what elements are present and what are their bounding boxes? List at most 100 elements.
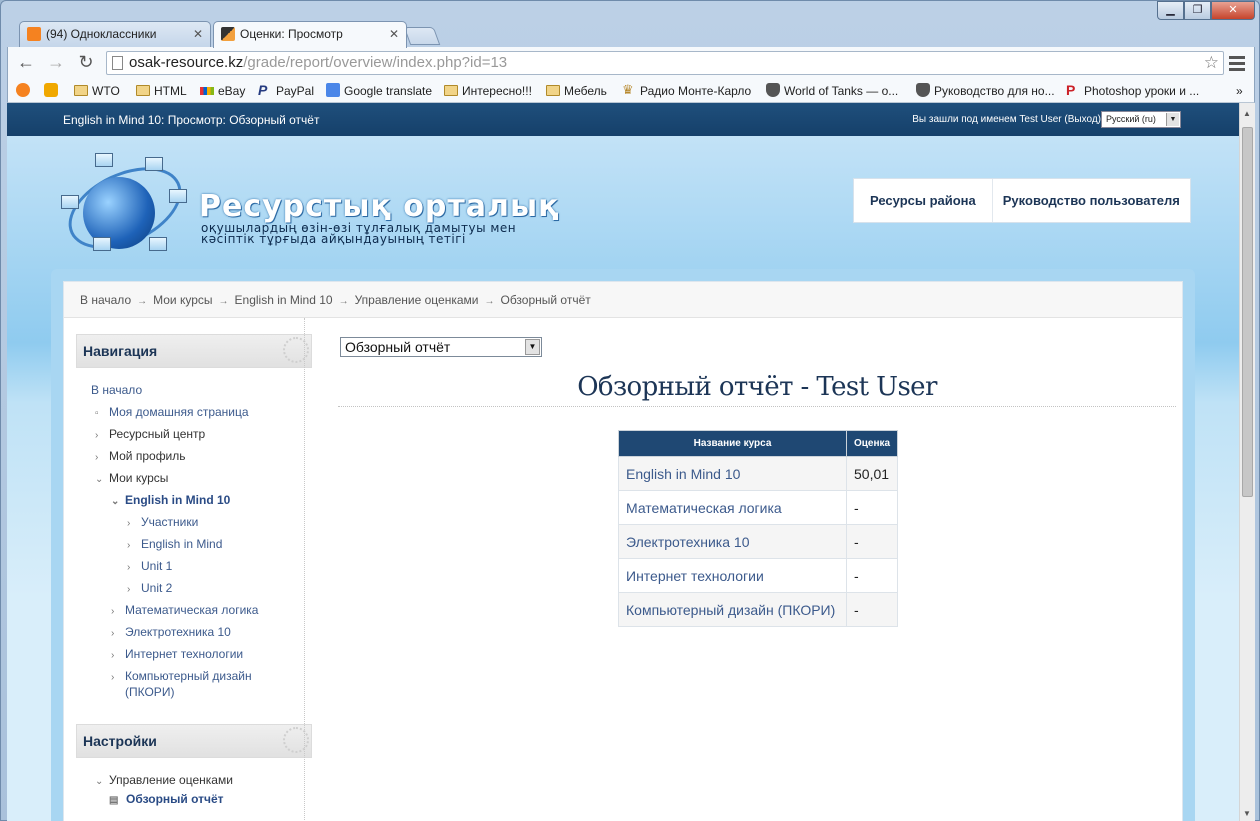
settings-item-grades-admin[interactable]: ⌄ Управление оценками [95,773,233,787]
breadcrumb: В начало → Мои курсы → English in Mind 10 → Уп… [64,282,1182,318]
page-icon [112,56,123,70]
chrome-menu-icon[interactable] [1228,53,1246,73]
nav-item-label: Интернет технологии [125,647,244,661]
bookmark-star-icon[interactable]: ☆ [1204,52,1219,74]
grade-cell: 50,01 [846,456,898,491]
nav-item-computer-design-suffix[interactable]: (ПКОРИ) [125,685,174,699]
computer-icon [93,237,111,251]
nav-item-unit-1[interactable]: › Unit 1 [127,559,172,573]
nav-item-label: English in Mind [141,537,223,551]
chevron-down-icon: ▼ [525,339,540,355]
breadcrumb-grades[interactable]: Управление оценками [355,293,479,307]
chevron-right-icon: › [127,540,131,551]
nav-item-english-in-mind[interactable]: › English in Mind [127,537,222,551]
breadcrumb-arrow-icon: → [137,296,148,307]
chevron-right-icon: › [127,518,131,529]
bookmark-wot-guide[interactable]: Руководство для но... [916,83,1055,99]
course-link[interactable]: Интернет технологии [618,558,847,593]
nav-item-internet-tech[interactable]: › Интернет технологии [111,647,243,661]
nav-item-label: Компьютерный дизайн [125,669,252,683]
address-bar[interactable]: osak-resource.kz/grade/report/overview/i… [106,51,1224,75]
forward-arrow-icon[interactable]: → [44,51,68,75]
reload-icon[interactable]: ↻ [74,51,98,75]
bookmark-mail[interactable] [44,83,60,99]
nav-item-my-courses[interactable]: ⌄ Мои курсы [95,471,168,485]
site-logo[interactable]: Ресурстық орталық оқушылардың өзін-өзі т… [55,150,571,266]
tab-label: Оценки: Просмотр [240,27,343,41]
navigation-block-header[interactable]: Навигация [76,334,312,368]
maximize-button[interactable]: ❐ [1184,1,1211,20]
bookmark-interesting[interactable]: Интересно!!! [444,83,532,99]
bookmark-label: Радио Монте-Карло [640,84,752,98]
bookmark-paypal[interactable]: P PayPal [258,83,314,99]
bookmarks-more-button[interactable]: » [1236,83,1243,99]
nav-item-computer-design[interactable]: › Компьютерный дизайн [111,669,252,683]
chevron-down-icon: ⌄ [111,496,120,507]
nav-item-math-logic[interactable]: › Математическая логика [111,603,258,617]
nav-item-profile[interactable]: › Мой профиль [95,449,186,463]
table-row: Электротехника 10- [618,524,898,559]
page-background: English in Mind 10: Просмотр: Обзорный о… [7,103,1239,821]
settings-item-overview-report[interactable]: ▤ Обзорный отчёт [109,792,224,806]
report-selector[interactable]: Обзорный отчёт ▼ [340,337,542,357]
language-select[interactable]: Русский (ru) ▼ [1101,111,1181,128]
nav-item-resource-center[interactable]: › Ресурсный центр [95,427,205,441]
folder-icon [546,85,560,96]
course-link[interactable]: Электротехника 10 [618,524,847,559]
nav-item-english-in-mind-10[interactable]: ⌄ English in Mind 10 [111,493,230,507]
course-link[interactable]: Математическая логика [618,490,847,525]
bookmark-html[interactable]: HTML [136,83,187,99]
scroll-down-arrow-icon[interactable]: ▼ [1243,809,1251,818]
bookmark-wto[interactable]: WTO [74,83,120,99]
nav-district-resources[interactable]: Ресурсы района [854,179,992,222]
nav-item-dashboard[interactable]: ▫ Моя домашняя страница [95,405,249,419]
bookmark-ebay[interactable]: eBay [200,83,245,99]
table-header-row: Название курса Оценка [618,430,898,457]
nav-item-unit-2[interactable]: › Unit 2 [127,581,172,595]
new-tab-button[interactable] [403,27,441,45]
back-arrow-icon[interactable]: ← [14,51,38,75]
nav-user-guide[interactable]: Руководство пользователя [991,179,1190,222]
nav-item-home[interactable]: В начало [91,383,142,397]
ebay-icon [200,87,214,95]
minimize-button[interactable]: ▁ [1157,1,1184,20]
breadcrumb-arrow-icon: → [218,296,229,307]
bookmark-radio[interactable]: ♛ Радио Монте-Карло [622,83,751,99]
top-bar: English in Mind 10: Просмотр: Обзорный о… [7,103,1239,136]
bookmark-google-translate[interactable]: Google translate [326,83,432,99]
navigation-tree: В начало ▫ Моя домашняя страница › Ресурсн… [76,368,312,699]
bookmark-photoshop[interactable]: P Photoshop уроки и ... [1066,83,1199,99]
bookmark-label: Google translate [344,84,433,98]
brand-title: Ресурстық орталық [199,189,560,224]
tab-odnoklassniki[interactable]: (94) Одноклассники ✕ [19,21,211,47]
computer-icon [61,195,79,209]
bookmark-label: eBay [218,84,246,98]
tab-grades[interactable]: Оценки: Просмотр ✕ [213,21,407,48]
table-row: Математическая логика - [618,490,898,525]
bookmark-furniture[interactable]: Мебель [546,83,607,99]
login-info[interactable]: Вы зашли под именем Test User (Выход) [912,114,1101,125]
bookmark-odnoklassniki[interactable] [16,83,32,99]
odnoklassniki-icon [16,83,30,97]
page-viewport: English in Mind 10: Просмотр: Обзорный о… [7,103,1255,821]
folder-icon [444,85,458,96]
close-window-button[interactable]: ✕ [1211,1,1255,20]
at-icon [44,83,58,97]
bookmark-wot[interactable]: World of Tanks — о... [766,83,898,99]
course-link[interactable]: English in Mind 10 [618,456,847,491]
url-host: osak-resource.kz [129,54,244,71]
vertical-scrollbar[interactable]: ▲ ▼ [1239,103,1255,821]
scroll-up-arrow-icon[interactable]: ▲ [1243,109,1251,118]
tab-label: (94) Одноклассники [46,27,157,41]
nav-item-electrotech[interactable]: › Электротехника 10 [111,625,231,639]
url-path: /grade/report/overview/index.php?id=13 [243,54,508,71]
scrollbar-thumb[interactable] [1242,127,1253,497]
breadcrumb-my-courses[interactable]: Мои курсы [153,293,212,307]
settings-block-header[interactable]: Настройки [76,724,312,758]
breadcrumb-home[interactable]: В начало [80,293,131,307]
close-tab-icon[interactable]: ✕ [389,22,399,46]
breadcrumb-course[interactable]: English in Mind 10 [235,293,333,307]
nav-item-participants[interactable]: › Участники [127,515,198,529]
course-link[interactable]: Компьютерный дизайн (ПКОРИ) [618,592,847,627]
close-tab-icon[interactable]: ✕ [193,22,203,46]
